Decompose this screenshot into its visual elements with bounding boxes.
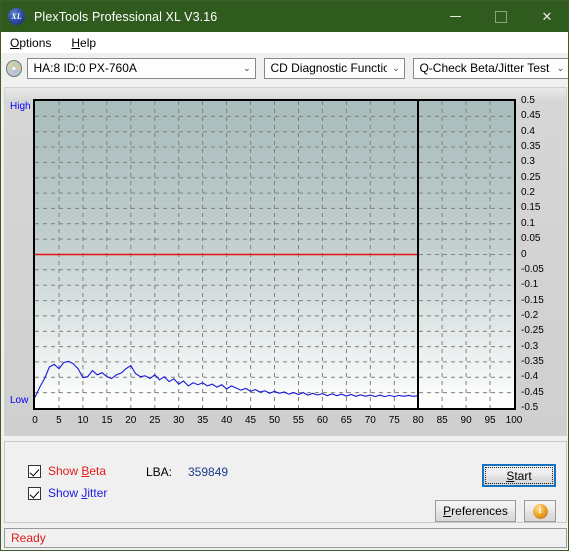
end-of-data-marker-line: [417, 101, 420, 408]
lba-value: 359849: [188, 465, 229, 479]
y-axis-tick-label: -0.4: [521, 371, 539, 383]
function-select[interactable]: CD Diagnostic Functions ⌄: [264, 57, 406, 79]
status-text: Ready: [11, 531, 46, 545]
chevron-down-icon: ⌄: [392, 62, 400, 73]
chart-background: High Low 0.5 0.45 0.4 0.35 0.3 0.25 0.2 0.15 0.1…: [5, 88, 566, 435]
y-axis-tick-label: -0.3: [521, 340, 539, 352]
preferences-button-label: Preferences: [443, 504, 508, 518]
status-bar: Ready: [4, 528, 567, 548]
chevron-down-icon: ⌄: [243, 62, 251, 73]
info-button[interactable]: i: [524, 500, 556, 522]
toolbar: HA:8 ID:0 PX-760A ⌄ CD Diagnostic Functi…: [1, 53, 568, 83]
close-button[interactable]: ✕: [524, 1, 568, 32]
y-axis-tick-label: 0.45: [521, 110, 541, 122]
function-select-value: CD Diagnostic Functions: [270, 61, 387, 75]
y-axis-tick-label: -0.2: [521, 309, 539, 321]
preferences-button[interactable]: Preferences: [435, 500, 516, 522]
y-axis-tick-label: 0.3: [521, 156, 535, 168]
menu-item-help-label: elp: [80, 35, 97, 50]
title-bar: XL PlexTools Professional XL V3.16 ✕: [1, 1, 568, 32]
x-axis-tick-label: 35: [197, 415, 209, 426]
y-axis-tick-label: -0.5: [521, 402, 539, 413]
window-controls: ✕: [432, 1, 568, 32]
disc-icon: [6, 59, 23, 77]
x-axis-tick-label: 90: [460, 415, 472, 426]
x-axis-tick-label: 20: [125, 415, 137, 426]
x-axis-tick-label: 30: [173, 415, 185, 426]
y-axis-tick-label: -0.25: [521, 325, 544, 337]
plextools-window: XL PlexTools Professional XL V3.16 ✕ Opt…: [0, 0, 569, 551]
x-axis-tick-label: 5: [56, 415, 62, 426]
show-beta-checkbox-row[interactable]: Show Beta: [28, 464, 106, 478]
x-axis-tick-label: 80: [412, 415, 424, 426]
x-axis-tick-label: 75: [388, 415, 400, 426]
controls-panel: Show Beta Show Jitter LBA: 359849 Start …: [4, 441, 567, 523]
show-jitter-checkbox[interactable]: [28, 486, 41, 500]
y-axis-tick-label: 0.15: [521, 202, 541, 214]
minimize-icon: [449, 16, 461, 17]
start-button[interactable]: Start: [482, 464, 556, 487]
chevron-down-icon: ⌄: [556, 62, 565, 73]
y-axis-tick-label: -0.45: [521, 386, 544, 398]
x-axis-tick-label: 45: [244, 415, 257, 426]
y-axis-tick-label: 0.35: [521, 141, 541, 153]
y-axis-tick-label: 0.4: [521, 125, 535, 137]
x-axis-tick-label: 55: [292, 415, 304, 426]
x-axis-tick-label: 40: [221, 415, 233, 426]
test-select[interactable]: Q-Check Beta/Jitter Test ⌄: [413, 57, 568, 79]
x-axis-tick-label: 65: [340, 415, 352, 426]
axis-label-low: Low: [10, 395, 29, 406]
test-select-value: Q-Check Beta/Jitter Test: [419, 61, 550, 75]
show-beta-label: Show Beta: [48, 464, 107, 478]
chart-panel: High Low 0.5 0.45 0.4 0.35 0.3 0.25 0.2 0.15 0.1…: [4, 87, 567, 436]
lba-label: LBA:: [146, 465, 173, 479]
window-title: PlexTools Professional XL V3.16: [34, 9, 218, 24]
x-axis-tick-label: 60: [316, 415, 328, 426]
close-icon: ✕: [541, 8, 553, 24]
y-axis-tick-label: -0.05: [521, 263, 544, 275]
y-axis-tick-label: 0.25: [521, 171, 541, 183]
y-axis-tick-label: -0.1: [521, 279, 539, 291]
y-axis-tick-label: 0.2: [521, 187, 535, 199]
info-icon: i: [532, 503, 548, 519]
show-jitter-checkbox-row[interactable]: Show Jitter: [28, 486, 107, 500]
minimize-button[interactable]: [432, 1, 478, 32]
show-beta-checkbox[interactable]: [28, 464, 41, 478]
drive-select[interactable]: HA:8 ID:0 PX-760A ⌄: [27, 57, 257, 79]
x-axis-tick-label: 15: [101, 415, 113, 426]
menu-item-options-label: ptions: [19, 35, 52, 50]
x-axis-tick-label: 85: [436, 415, 448, 426]
x-axis-tick-label: 95: [484, 415, 496, 426]
x-axis-tick-label: 25: [149, 415, 161, 426]
x-axis-tick-label: 100: [505, 415, 523, 426]
show-jitter-label: Show Jitter: [48, 486, 108, 500]
y-axis-tick-label: 0.5: [521, 95, 535, 106]
y-axis-tick-label: -0.35: [521, 355, 544, 367]
plot-area[interactable]: [33, 99, 516, 410]
axis-label-high: High: [10, 101, 31, 112]
x-axis-tick-label: 70: [364, 415, 376, 426]
y-axis-tick-label: 0.05: [521, 233, 541, 245]
x-axis-tick-label: 50: [268, 415, 281, 426]
maximize-icon: [495, 10, 507, 23]
menu-bar: Options Help: [1, 32, 568, 53]
menu-item-help[interactable]: Help: [69, 34, 106, 52]
y-axis-tick-label: 0.1: [521, 217, 535, 229]
x-axis-tick-label: 0: [32, 415, 38, 426]
app-logo-text: XL: [11, 12, 22, 21]
menu-item-options[interactable]: Options: [8, 34, 61, 52]
maximize-button[interactable]: [478, 1, 524, 32]
y-axis-tick-label: -0.15: [521, 294, 544, 306]
start-button-label: Start: [506, 468, 532, 483]
app-logo-icon: XL: [8, 8, 25, 25]
drive-select-value: HA:8 ID:0 PX-760A: [33, 61, 137, 75]
y-axis-tick-label: 0: [521, 248, 527, 260]
x-axis-tick-label: 10: [77, 415, 89, 426]
plot-svg: [35, 101, 514, 408]
